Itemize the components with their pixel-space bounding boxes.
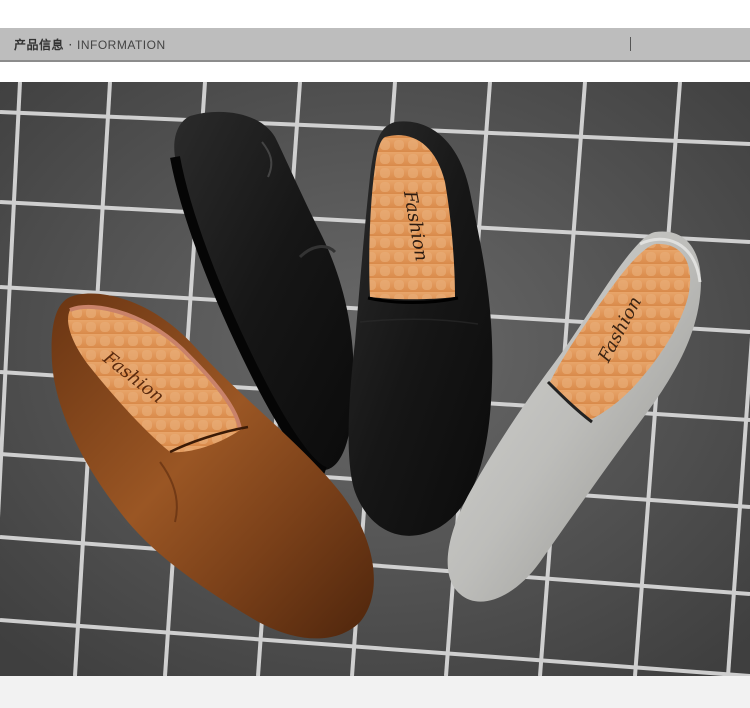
- footer-band: [0, 676, 750, 708]
- product-photo-svg: Fashion Fashion Fashion: [0, 82, 750, 676]
- product-photo: Fashion Fashion Fashion: [0, 82, 750, 676]
- header-divider: [630, 37, 631, 51]
- header-underline: [0, 60, 750, 62]
- section-title-cn: 产品信息: [14, 38, 65, 52]
- section-title-separator: ·: [68, 38, 73, 52]
- section-title: 产品信息 · INFORMATION: [14, 36, 166, 54]
- section-title-en: INFORMATION: [77, 38, 166, 52]
- header-bar: 产品信息 · INFORMATION: [0, 28, 750, 60]
